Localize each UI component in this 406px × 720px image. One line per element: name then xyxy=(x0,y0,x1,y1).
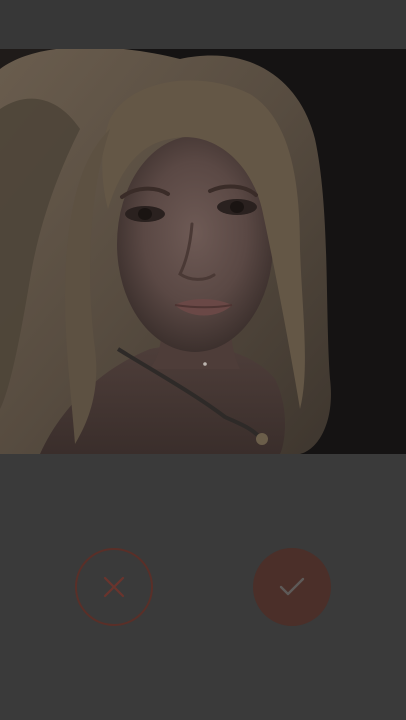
photo-review-screen xyxy=(0,0,406,720)
confirm-button[interactable] xyxy=(253,548,331,626)
close-icon xyxy=(103,576,125,598)
photo-preview[interactable] xyxy=(0,49,406,454)
check-icon xyxy=(279,577,305,597)
action-panel xyxy=(0,454,406,720)
portrait-image xyxy=(0,49,406,454)
top-bar xyxy=(0,0,406,49)
cancel-button[interactable] xyxy=(75,548,153,626)
